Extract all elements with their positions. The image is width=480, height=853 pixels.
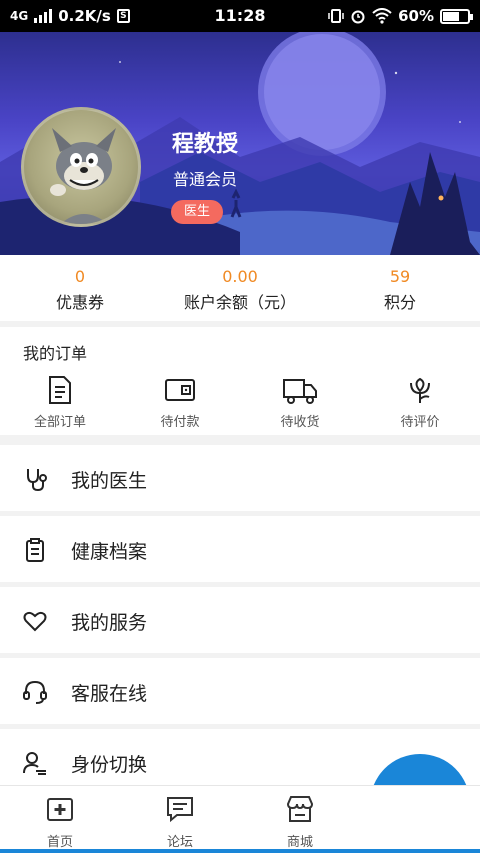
stat-balance[interactable]: 0.00 账户余额（元） bbox=[160, 255, 320, 321]
forum-icon bbox=[167, 797, 193, 823]
stat-coupons[interactable]: 0 优惠券 bbox=[0, 255, 160, 321]
flower-icon bbox=[410, 377, 430, 403]
menu-list: 我的医生 健康档案 我的服务 客服在线 身份切换 bbox=[0, 445, 480, 800]
account-stats: 0 优惠券 0.00 账户余额（元） 59 积分 bbox=[0, 255, 480, 321]
menu-label: 我的医生 bbox=[71, 470, 148, 492]
user-switch-icon bbox=[23, 752, 46, 775]
stat-points[interactable]: 59 积分 bbox=[320, 255, 480, 321]
tab-store[interactable]: 商城 bbox=[240, 786, 360, 853]
order-to-review-button[interactable]: 待评价 bbox=[360, 375, 480, 430]
stat-value: 0.00 bbox=[222, 267, 258, 286]
tab-label: 商城 bbox=[286, 835, 313, 850]
clipboard-icon bbox=[26, 538, 44, 562]
wallet-icon bbox=[165, 379, 195, 401]
menu-my-doctor[interactable]: 我的医生 bbox=[0, 445, 480, 511]
avatar[interactable] bbox=[21, 107, 141, 227]
stat-label: 优惠券 bbox=[55, 293, 104, 312]
bottom-tab-bar: 首页 论坛 商城 个人 bbox=[0, 785, 480, 853]
stat-value: 59 bbox=[389, 267, 411, 286]
status-bar: 4G 0.2K/s S 11:28 60% bbox=[0, 0, 480, 32]
vibrate-icon bbox=[328, 9, 344, 23]
order-label: 待付款 bbox=[160, 415, 200, 430]
truck-icon bbox=[283, 379, 317, 404]
stat-value: 0 bbox=[74, 267, 86, 286]
heart-icon bbox=[23, 611, 47, 632]
medical-home-icon bbox=[47, 798, 73, 821]
order-unpaid-button[interactable]: 待付款 bbox=[120, 375, 240, 430]
membership-level: 普通会员 bbox=[172, 170, 237, 189]
wifi-icon bbox=[372, 8, 392, 24]
order-label: 待收货 bbox=[280, 415, 320, 430]
menu-label: 客服在线 bbox=[71, 683, 148, 705]
order-label: 待评价 bbox=[400, 415, 440, 430]
tab-home[interactable]: 首页 bbox=[0, 786, 120, 853]
tab-label: 论坛 bbox=[166, 835, 193, 850]
order-all-button[interactable]: 全部订单 bbox=[0, 375, 120, 430]
order-label: 全部订单 bbox=[33, 415, 86, 430]
menu-label: 健康档案 bbox=[71, 541, 148, 563]
stat-label: 积分 bbox=[383, 293, 416, 312]
menu-my-services[interactable]: 我的服务 bbox=[0, 587, 480, 653]
menu-label: 我的服务 bbox=[71, 612, 148, 634]
document-icon bbox=[49, 376, 71, 404]
stethoscope-icon bbox=[27, 469, 47, 492]
section-title: 我的订单 bbox=[23, 344, 88, 363]
tab-label: 首页 bbox=[46, 835, 73, 850]
menu-health-records[interactable]: 健康档案 bbox=[0, 516, 480, 582]
tab-profile[interactable]: 个人 bbox=[360, 786, 480, 853]
menu-label: 身份切换 bbox=[71, 754, 148, 776]
menu-customer-service[interactable]: 客服在线 bbox=[0, 658, 480, 724]
tab-forum[interactable]: 论坛 bbox=[120, 786, 240, 853]
role-badge: 医生 bbox=[171, 200, 223, 224]
store-icon bbox=[286, 796, 314, 822]
battery-icon bbox=[440, 8, 473, 24]
order-to-receive-button[interactable]: 待收货 bbox=[240, 375, 360, 430]
bottom-accent-line bbox=[0, 849, 480, 853]
headset-icon bbox=[23, 680, 47, 704]
user-name: 程教授 bbox=[171, 132, 238, 157]
battery-percent: 60% bbox=[398, 7, 434, 25]
person-icon bbox=[408, 797, 432, 823]
alarm-icon bbox=[351, 10, 365, 24]
stat-label: 账户余额（元） bbox=[183, 293, 296, 312]
tab-label: 个人 bbox=[406, 835, 433, 850]
my-orders-section: 我的订单 全部订单 待付款 待收货 待评价 bbox=[0, 327, 480, 435]
